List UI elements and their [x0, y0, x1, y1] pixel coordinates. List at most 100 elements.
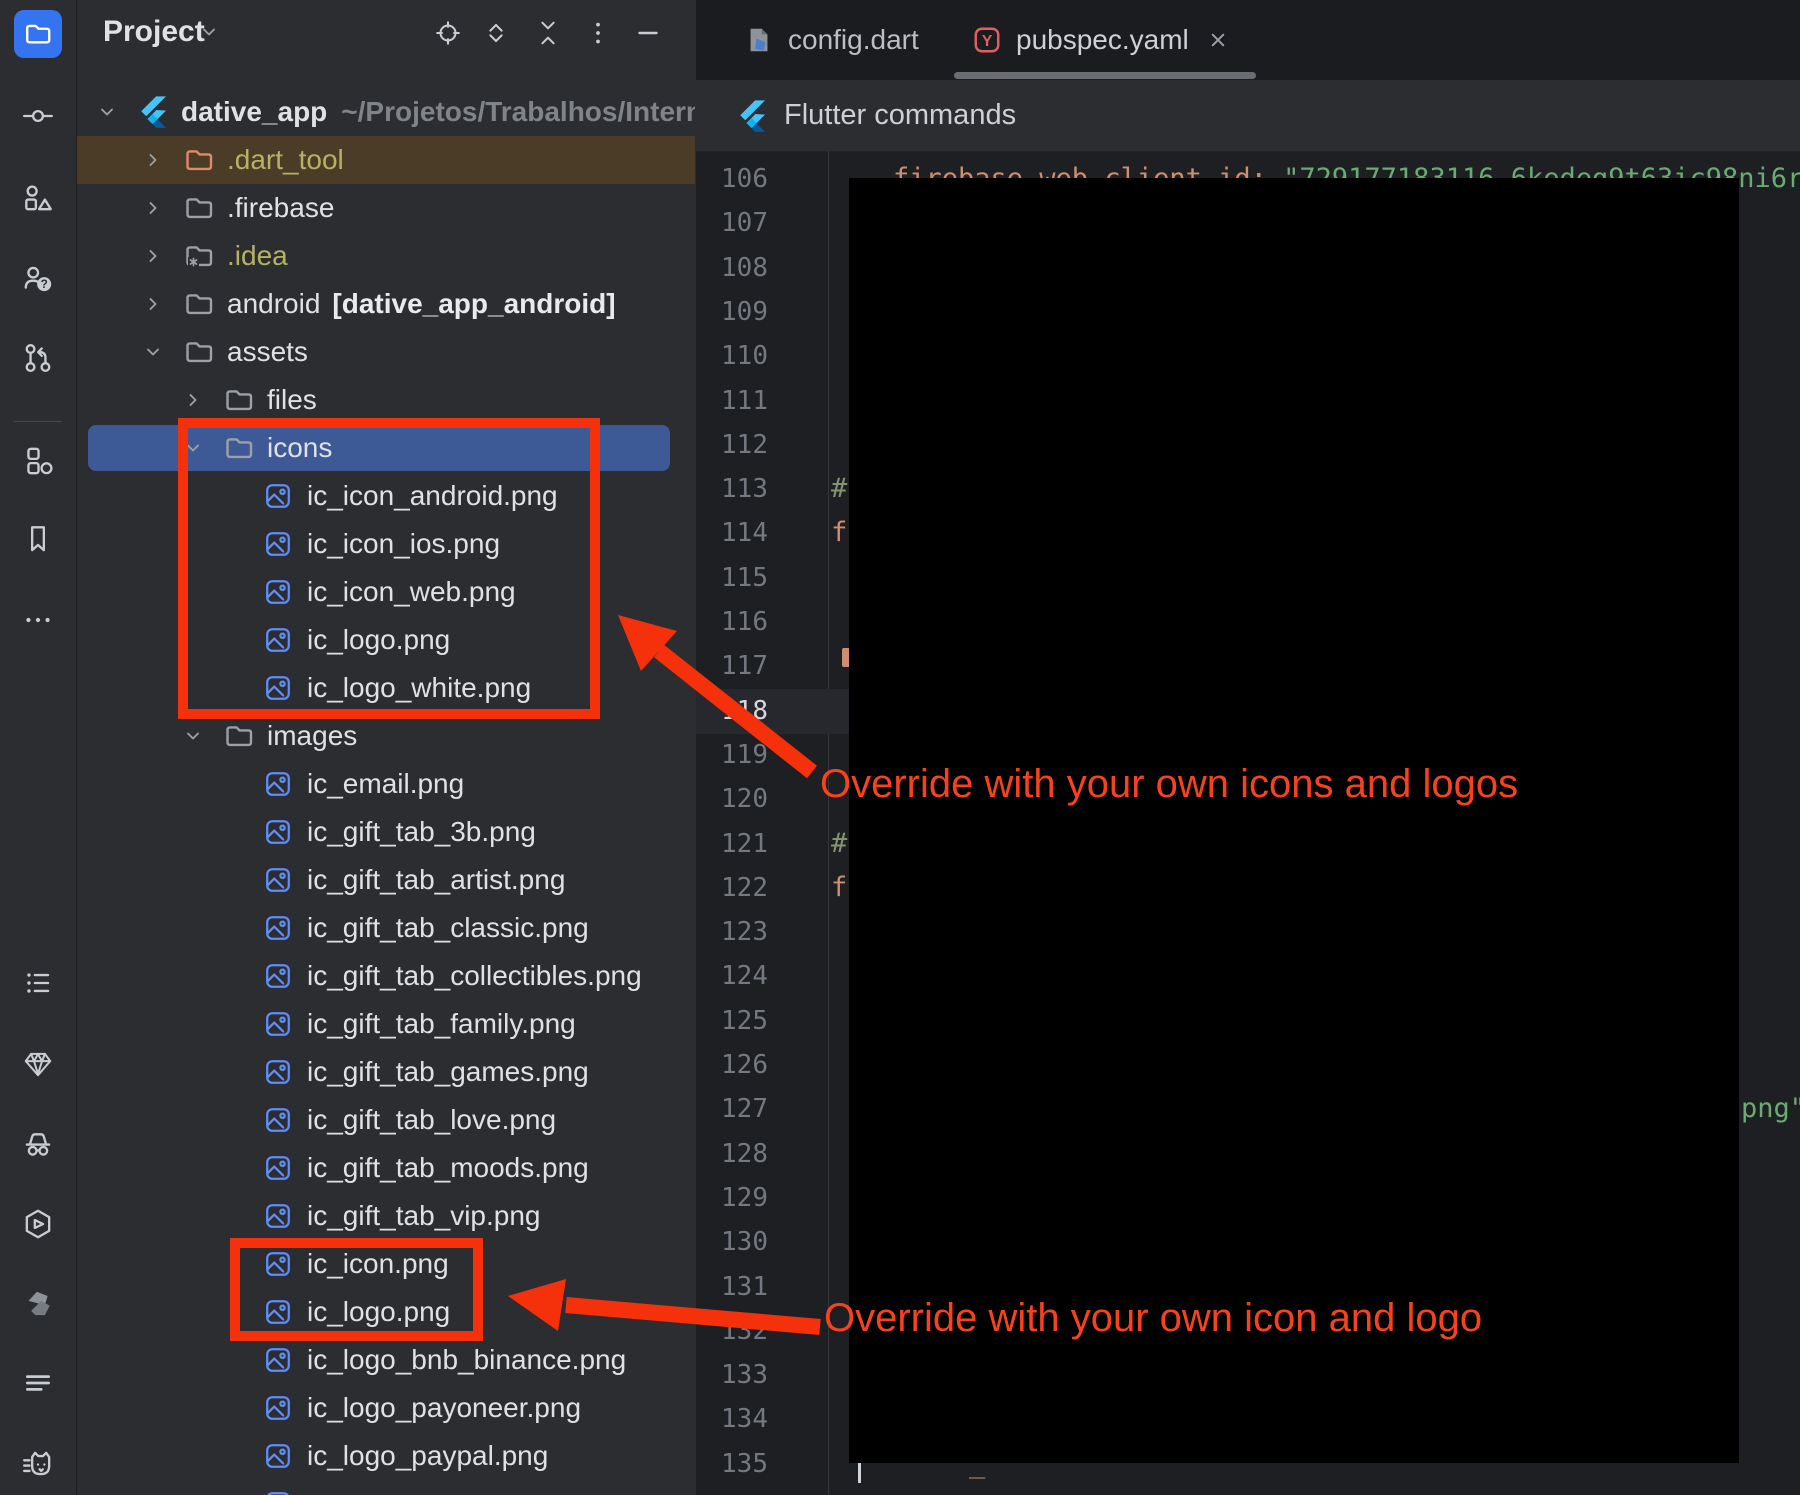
tree-row-ic_icon_android.png[interactable]: ic_icon_android.png: [77, 472, 695, 520]
tree-row-ic_gift_tab_vip.png[interactable]: ic_gift_tab_vip.png: [77, 1192, 695, 1240]
line-number: 121: [696, 822, 768, 866]
tool-window-button-pull-request[interactable]: [14, 334, 62, 382]
tool-window-button-todo-list[interactable]: [14, 959, 62, 1007]
tree-row-ic_gift_tab_games.png[interactable]: ic_gift_tab_games.png: [77, 1048, 695, 1096]
image-icon: [263, 664, 293, 712]
tool-window-button-structure[interactable]: [14, 174, 62, 222]
chevron-down-icon[interactable]: [143, 328, 163, 376]
editor-area[interactable]: config.dart Ypubspec.yaml Flutter command…: [696, 0, 1800, 1495]
run-hexagon-icon: [21, 1207, 55, 1241]
chevron-right-icon[interactable]: [143, 280, 163, 328]
tool-window-button-more-horizontal[interactable]: [14, 596, 62, 644]
image-icon: [263, 952, 293, 1000]
line-number: 109: [696, 290, 768, 334]
tree-row-icons[interactable]: icons: [77, 424, 695, 472]
image-icon: [263, 1096, 293, 1144]
chevron-right-icon[interactable]: [143, 184, 163, 232]
project-panel-title[interactable]: Project: [103, 15, 205, 49]
tree-row-.dart_tool[interactable]: .dart_tool: [77, 136, 695, 184]
strip-divider: [14, 421, 62, 422]
tree-item-label: ic_logo_paypal.png: [307, 1432, 548, 1480]
tree-row-ic_logo.png[interactable]: ic_logo.png: [77, 1288, 695, 1336]
bookmark-icon: [21, 522, 55, 556]
chevron-down-icon[interactable]: [183, 712, 203, 760]
chevron-right-icon[interactable]: [183, 376, 203, 424]
tree-row-ic_gift_tab_family.png[interactable]: ic_gift_tab_family.png: [77, 1000, 695, 1048]
tool-window-button-project-folder[interactable]: [14, 10, 62, 58]
tree-item-label: assets: [227, 328, 308, 376]
tool-window-button-gem[interactable]: [14, 1040, 62, 1088]
flutter-commands-banner[interactable]: Flutter commands: [696, 80, 1800, 152]
tree-row-ic_logo.png[interactable]: ic_logo.png: [77, 616, 695, 664]
tool-window-button-commit[interactable]: [14, 92, 62, 140]
line-number: 114: [696, 511, 768, 555]
tree-row-ic_email.png[interactable]: ic_email.png: [77, 760, 695, 808]
tree-row-assets[interactable]: assets: [77, 328, 695, 376]
tree-item-label: ic_icon.png: [307, 1240, 449, 1288]
tool-window-button-services[interactable]: [14, 437, 62, 485]
commit-icon: [21, 99, 55, 133]
collapse-all-icon[interactable]: [533, 18, 563, 48]
line-number: 126: [696, 1043, 768, 1087]
hide-panel-icon[interactable]: [633, 18, 663, 48]
tool-window-button-run-hexagon[interactable]: [14, 1200, 62, 1248]
tool-window-button-logcat-lines[interactable]: [14, 1359, 62, 1407]
tool-window-button-ndk[interactable]: [14, 1280, 62, 1328]
tool-window-button-people-help[interactable]: ?: [14, 254, 62, 302]
tree-row-ic_logo_paypal.png[interactable]: ic_logo_paypal.png: [77, 1432, 695, 1480]
tool-window-button-bookmark[interactable]: [14, 515, 62, 563]
chevron-down-icon[interactable]: [199, 22, 219, 47]
tool-window-button-speed-cat[interactable]: [14, 1440, 62, 1488]
tree-item-label: ic_logo_bnb_binance.png: [307, 1336, 626, 1384]
tree-row-ic_logo_white.png[interactable]: ic_logo_white.png: [77, 664, 695, 712]
tab-pubspec.yaml[interactable]: Ypubspec.yaml: [972, 0, 1231, 80]
logcat-lines-icon: [21, 1366, 55, 1400]
tree-row-android[interactable]: android[dative_app_android]: [77, 280, 695, 328]
expand-all-icon[interactable]: [481, 18, 511, 48]
image-icon: [263, 1144, 293, 1192]
tree-row-.firebase[interactable]: .firebase: [77, 184, 695, 232]
tree-row-dative_app[interactable]: dative_app~/Projetos/Trabalhos/Interno/: [77, 88, 695, 136]
row-selection: [88, 425, 670, 471]
tree-row-images[interactable]: images: [77, 712, 695, 760]
tree-row-ic_gift_tab_artist.png[interactable]: ic_gift_tab_artist.png: [77, 856, 695, 904]
chevron-down-icon[interactable]: [97, 88, 117, 136]
line-number: 133: [696, 1353, 768, 1397]
tree-row-.idea[interactable]: .idea: [77, 232, 695, 280]
line-number: 115: [696, 556, 768, 600]
todo-list-icon: [21, 966, 55, 1000]
chevron-right-icon[interactable]: [143, 232, 163, 280]
tree-row-ic_logo_bnb_binance.png[interactable]: ic_logo_bnb_binance.png: [77, 1336, 695, 1384]
image-icon: [263, 856, 293, 904]
tree-item-label: ic_gift_tab_collectibles.png: [307, 952, 642, 1000]
tree-item-label: ic_email.png: [307, 760, 464, 808]
chevron-down-icon[interactable]: [183, 424, 203, 472]
tree-item-label: ic_gift_tab_3b.png: [307, 808, 536, 856]
folder-idea-icon: [183, 232, 215, 280]
tree-row-ic_gift_tab_love.png[interactable]: ic_gift_tab_love.png: [77, 1096, 695, 1144]
line-number: 125: [696, 999, 768, 1043]
image-icon: [263, 1048, 293, 1096]
tool-window-button-incognito[interactable]: [14, 1119, 62, 1167]
tree-row-ic_icon.png[interactable]: ic_icon.png: [77, 1240, 695, 1288]
kebab-menu-icon[interactable]: [583, 18, 613, 48]
ndk-icon: [21, 1287, 55, 1321]
tree-item-label: ic_logo.png: [307, 616, 450, 664]
tree-row-ic_icon_web.png[interactable]: ic_icon_web.png: [77, 568, 695, 616]
folder-orange-icon: [183, 136, 215, 184]
tree-row-ic_gift_tab_collectibles.png[interactable]: ic_gift_tab_collectibles.png: [77, 952, 695, 1000]
tab-config.dart[interactable]: config.dart: [744, 0, 919, 80]
chevron-right-icon[interactable]: [143, 136, 163, 184]
tree-row-ic_gift_tab_3b.png[interactable]: ic_gift_tab_3b.png: [77, 808, 695, 856]
close-icon[interactable]: [1205, 27, 1231, 53]
code-segment: #: [831, 828, 847, 859]
tree-row-ic_logo_payoneer.png[interactable]: ic_logo_payoneer.png: [77, 1384, 695, 1432]
tree-row-partial[interactable]: [77, 1480, 695, 1495]
folder-icon: [183, 280, 215, 328]
tree-row-ic_gift_tab_moods.png[interactable]: ic_gift_tab_moods.png: [77, 1144, 695, 1192]
tree-row-files[interactable]: files: [77, 376, 695, 424]
tree-row-ic_icon_ios.png[interactable]: ic_icon_ios.png: [77, 520, 695, 568]
locate-icon[interactable]: [433, 18, 463, 48]
tree-row-ic_gift_tab_classic.png[interactable]: ic_gift_tab_classic.png: [77, 904, 695, 952]
tree-item-label: ic_gift_tab_moods.png: [307, 1144, 589, 1192]
